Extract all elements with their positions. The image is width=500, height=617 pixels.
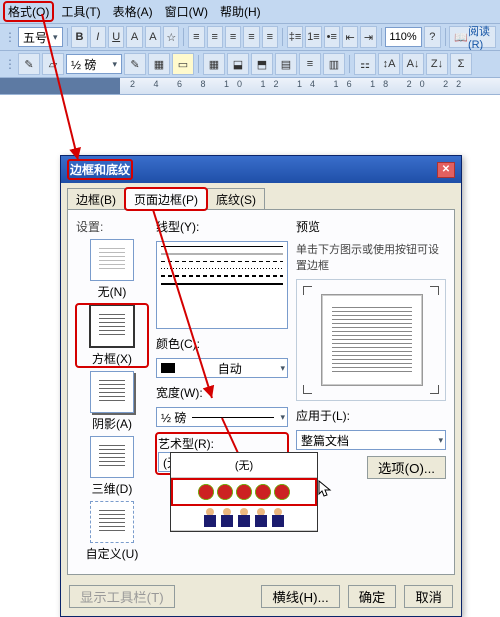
setting-custom[interactable]: 自定义(U) — [76, 501, 148, 562]
distribute-rows-button[interactable]: ≡ — [299, 53, 321, 75]
autosum-button[interactable]: Σ — [450, 53, 472, 75]
eraser-button[interactable]: ▱ — [42, 53, 64, 75]
bullets-button[interactable]: •≡ — [324, 26, 340, 48]
preview-hint: 单击下方图示或使用按钮可设置边框 — [296, 241, 446, 273]
draw-table-button[interactable]: ✎ — [18, 53, 40, 75]
preview-box[interactable] — [296, 279, 446, 401]
ruler: 2 4 6 8 10 12 14 16 18 20 22 — [0, 78, 500, 95]
ruler-marks: 2 4 6 8 10 12 14 16 18 20 22 — [130, 79, 469, 89]
menu-tools[interactable]: 工具(T) — [57, 2, 104, 21]
hline-button[interactable]: 横线(H)... — [261, 585, 339, 608]
autoformat-button[interactable]: ⚏ — [354, 53, 376, 75]
numbering-button[interactable]: 1≡ — [305, 26, 321, 48]
document-area — [0, 95, 500, 115]
line-weight-select[interactable]: ½ 磅▾ — [66, 54, 122, 74]
art-label: 艺术型(R): — [158, 435, 286, 452]
dialog-footer: 显示工具栏(T) 横线(H)... 确定 取消 — [61, 581, 461, 616]
menubar: 格式(O) 工具(T) 表格(A) 窗口(W) 帮助(H) — [0, 0, 500, 24]
tab-shading[interactable]: 底纹(S) — [207, 188, 265, 210]
cancel-button[interactable]: 取消 — [404, 585, 453, 608]
line-style-list[interactable] — [156, 241, 288, 329]
read-mode-button[interactable]: 📖 阅读(R) — [449, 26, 496, 48]
tab-page-border[interactable]: 页面边框(P) — [125, 188, 207, 210]
color-select[interactable]: 自动▾ — [156, 358, 288, 378]
toolbar-formatting: ⋮ 五号▾ B I U A A ☆ ≡ ≡ ≡ ≡ ≡ ‡≡ 1≡ •≡ ⇤ ⇥… — [0, 24, 500, 51]
preview-label: 预览 — [296, 218, 446, 235]
apply-to-select[interactable]: 整篇文档▾ — [296, 430, 446, 450]
dialog-title-text: 边框和底纹 — [67, 159, 133, 180]
art-option-lanterns[interactable] — [171, 478, 317, 506]
menu-window[interactable]: 窗口(W) — [161, 2, 212, 21]
shading-color-button[interactable]: ▭ — [172, 53, 194, 75]
close-button[interactable]: ✕ — [437, 162, 455, 178]
merge-cells-button[interactable]: ⬓ — [227, 53, 249, 75]
width-label: 宽度(W): — [156, 384, 288, 401]
handle: ⋮ — [4, 57, 16, 71]
settings-column: 设置: 无(N) 方框(X) 阴影(A) 三维(D) 自定义(U) — [76, 218, 148, 566]
menu-format[interactable]: 格式(O) — [4, 2, 53, 21]
preview-column: 预览 单击下方图示或使用按钮可设置边框 应用于(L): 整篇文档▾ 选项(O).… — [296, 218, 446, 566]
border-button[interactable]: ▦ — [148, 53, 170, 75]
art-dropdown-list[interactable]: (无) — [170, 452, 318, 532]
settings-label: 设置: — [76, 218, 148, 235]
menu-help[interactable]: 帮助(H) — [216, 2, 265, 21]
sort-asc-button[interactable]: A↓ — [402, 53, 424, 75]
setting-box[interactable]: 方框(X) — [76, 304, 148, 367]
art-option-people[interactable] — [171, 506, 317, 531]
dialog-tabs: 边框(B) 页面边框(P) 底纹(S) — [61, 183, 461, 209]
font-border-button[interactable]: A — [126, 26, 142, 48]
width-select[interactable]: ½ 磅 ▾ — [156, 407, 288, 427]
show-toolbar-button: 显示工具栏(T) — [69, 585, 175, 608]
align-left-button[interactable]: ≡ — [188, 26, 204, 48]
borders-shading-dialog: 边框和底纹 ✕ 边框(B) 页面边框(P) 底纹(S) 设置: 无(N) 方框(… — [60, 155, 462, 617]
setting-none[interactable]: 无(N) — [76, 239, 148, 300]
font-size-select[interactable]: 五号▾ — [18, 27, 63, 47]
distribute-cols-button[interactable]: ▥ — [323, 53, 345, 75]
art-option-none[interactable]: (无) — [171, 453, 317, 478]
align-justify-button[interactable]: ≡ — [243, 26, 259, 48]
setting-shadow[interactable]: 阴影(A) — [76, 371, 148, 432]
handle: ⋮ — [4, 30, 16, 44]
tab-border[interactable]: 边框(B) — [67, 188, 125, 210]
indent-button[interactable]: ⇥ — [360, 26, 376, 48]
align-right-button[interactable]: ≡ — [225, 26, 241, 48]
underline-button[interactable]: U — [108, 26, 124, 48]
menu-table[interactable]: 表格(A) — [109, 2, 157, 21]
toolbar-tables: ⋮ ✎ ▱ ½ 磅▾ ✎ ▦ ▭ ▦ ⬓ ⬒ ▤ ≡ ▥ ⚏ ↕A A↓ Z↓ … — [0, 51, 500, 78]
char-shading-button[interactable]: A — [145, 26, 161, 48]
line-spacing-button[interactable]: ‡≡ — [287, 26, 303, 48]
zoom-select[interactable]: 110% — [385, 27, 422, 47]
split-cells-button[interactable]: ⬒ — [251, 53, 273, 75]
align-cell-button[interactable]: ▤ — [275, 53, 297, 75]
help-icon[interactable]: ? — [424, 26, 440, 48]
setting-3d[interactable]: 三维(D) — [76, 436, 148, 497]
text-direction-button[interactable]: ↕A — [378, 53, 400, 75]
char-scale-button[interactable]: ☆ — [163, 26, 179, 48]
ok-button[interactable]: 确定 — [348, 585, 397, 608]
line-style-label: 线型(Y): — [156, 218, 288, 235]
sort-desc-button[interactable]: Z↓ — [426, 53, 448, 75]
distribute-button[interactable]: ≡ — [262, 26, 278, 48]
outdent-button[interactable]: ⇤ — [342, 26, 358, 48]
border-color-button[interactable]: ✎ — [124, 53, 146, 75]
insert-table-button[interactable]: ▦ — [203, 53, 225, 75]
dialog-titlebar: 边框和底纹 ✕ — [61, 156, 461, 183]
options-button[interactable]: 选项(O)... — [367, 456, 446, 479]
align-center-button[interactable]: ≡ — [207, 26, 223, 48]
apply-to-label: 应用于(L): — [296, 407, 446, 424]
italic-button[interactable]: I — [90, 26, 106, 48]
color-label: 颜色(C): — [156, 335, 288, 352]
bold-button[interactable]: B — [71, 26, 87, 48]
